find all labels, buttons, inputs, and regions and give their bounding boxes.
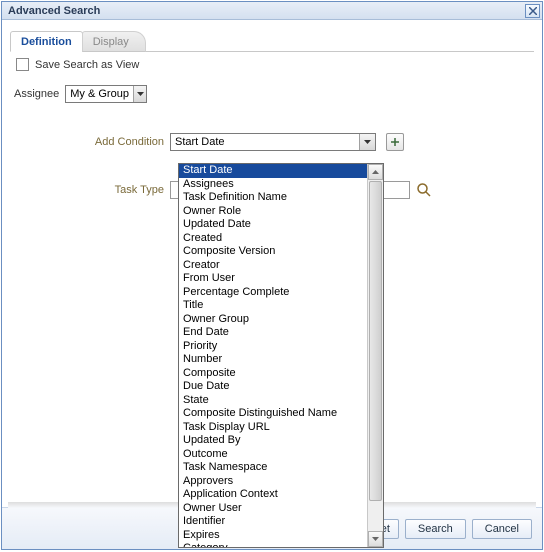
dropdown-item[interactable]: Start Date (179, 164, 367, 178)
dialog-window: Advanced Search Definition Display Save … (1, 1, 543, 550)
dropdown-item[interactable]: Assignees (179, 178, 367, 192)
dropdown-item[interactable]: Task Display URL (179, 421, 367, 435)
dropdown-item[interactable]: Updated Date (179, 218, 367, 232)
dropdown-item[interactable]: Application Context (179, 488, 367, 502)
tab-display[interactable]: Display (82, 31, 146, 52)
dropdown-item[interactable]: Outcome (179, 448, 367, 462)
add-condition-label: Add Condition (10, 136, 170, 148)
dropdown-item[interactable]: Approvers (179, 475, 367, 489)
dropdown-item[interactable]: Category (179, 542, 367, 547)
add-condition-value: Start Date (171, 136, 229, 148)
cancel-button[interactable]: Cancel (472, 519, 532, 539)
chevron-down-icon (359, 134, 375, 150)
chevron-down-icon (133, 86, 146, 102)
scroll-thumb[interactable] (369, 181, 382, 501)
dropdown-item[interactable]: Identifier (179, 515, 367, 529)
dropdown-scrollbar[interactable] (367, 164, 383, 547)
dropdown-item[interactable]: State (179, 394, 367, 408)
dropdown-item[interactable]: Composite Distinguished Name (179, 407, 367, 421)
dropdown-item[interactable]: Owner User (179, 502, 367, 516)
dropdown-item[interactable]: Number (179, 353, 367, 367)
dropdown-item[interactable]: Owner Role (179, 205, 367, 219)
dropdown-item[interactable]: Due Date (179, 380, 367, 394)
title-bar: Advanced Search (2, 2, 542, 20)
dropdown-item[interactable]: Task Namespace (179, 461, 367, 475)
window-title: Advanced Search (8, 5, 100, 17)
dropdown-item[interactable]: Task Definition Name (179, 191, 367, 205)
add-condition-row: Add Condition Start Date (10, 133, 534, 151)
dropdown-item[interactable]: Owner Group (179, 313, 367, 327)
dropdown-item[interactable]: Composite Version (179, 245, 367, 259)
dropdown-list[interactable]: Start DateAssigneesTask Definition NameO… (179, 164, 367, 547)
task-type-label: Task Type (10, 184, 170, 196)
search-button[interactable]: Search (405, 519, 466, 539)
dropdown-item[interactable]: From User (179, 272, 367, 286)
assignee-row: Assignee My & Group (10, 85, 534, 103)
scroll-down-button[interactable] (368, 531, 383, 547)
dropdown-item[interactable]: Percentage Complete (179, 286, 367, 300)
add-condition-select[interactable]: Start Date (170, 133, 376, 151)
dropdown-item[interactable]: Title (179, 299, 367, 313)
tab-definition[interactable]: Definition (10, 31, 83, 52)
dropdown-item[interactable]: Updated By (179, 434, 367, 448)
assignee-value: My & Group (66, 88, 133, 100)
save-view-label: Save Search as View (35, 59, 139, 71)
dropdown-item[interactable]: Priority (179, 340, 367, 354)
close-icon (529, 7, 537, 15)
assignee-label: Assignee (14, 88, 59, 100)
chevron-up-icon (372, 170, 379, 174)
chevron-down-icon (372, 537, 379, 541)
condition-dropdown: Start DateAssigneesTask Definition NameO… (178, 163, 384, 548)
scroll-up-button[interactable] (368, 164, 383, 180)
tab-bar: Definition Display (10, 28, 534, 52)
search-icon[interactable] (416, 182, 432, 198)
close-button[interactable] (525, 4, 540, 18)
add-condition-button[interactable] (386, 133, 404, 151)
dropdown-item[interactable]: Expires (179, 529, 367, 543)
plus-icon (390, 137, 400, 147)
save-view-row: Save Search as View (10, 58, 534, 71)
dropdown-item[interactable]: Created (179, 232, 367, 246)
dropdown-item[interactable]: Creator (179, 259, 367, 273)
save-view-checkbox[interactable] (16, 58, 29, 71)
dropdown-item[interactable]: End Date (179, 326, 367, 340)
dropdown-item[interactable]: Composite (179, 367, 367, 381)
assignee-select[interactable]: My & Group (65, 85, 147, 103)
